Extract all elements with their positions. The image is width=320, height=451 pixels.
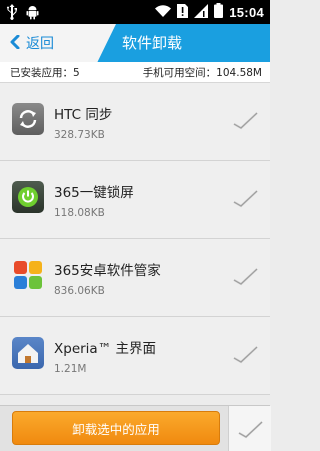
back-button[interactable]: 返回	[0, 24, 116, 62]
sync-icon	[12, 103, 44, 135]
app-name: 365安卓软件管家	[54, 263, 161, 279]
checkbox[interactable]	[232, 265, 258, 287]
app-list: HTC 同步 328.73KB 365一键锁屏 118.08KB 365安卓软件…	[0, 83, 270, 395]
cube-icon	[12, 259, 44, 291]
bottom-bar: 卸载选中的应用	[0, 405, 271, 451]
back-label: 返回	[26, 36, 54, 52]
storage-info-bar: 已安装应用：5 手机可用空间：104.58M	[0, 62, 270, 83]
status-bar: 15:04	[0, 0, 270, 24]
page-title: 软件卸载	[122, 34, 183, 52]
title-bar: 返回 软件卸载	[0, 24, 270, 62]
checkbox[interactable]	[232, 109, 258, 131]
android-icon	[26, 4, 39, 24]
uninstall-button[interactable]: 卸载选中的应用	[12, 411, 220, 445]
app-size: 118.08KB	[54, 207, 105, 219]
app-size: 1.21M	[54, 363, 87, 375]
app-row[interactable]: Xperia™ 主界面 1.21M	[0, 317, 270, 395]
app-row[interactable]: HTC 同步 328.73KB	[0, 83, 270, 161]
app-size: 328.73KB	[54, 129, 105, 141]
home-icon	[12, 337, 44, 369]
installed-count: 已安装应用：5	[10, 67, 80, 79]
select-all-checkbox[interactable]	[228, 406, 271, 451]
check-icon	[237, 418, 263, 440]
signal-icon	[194, 3, 209, 22]
app-row[interactable]: 365安卓软件管家 836.06KB	[0, 239, 270, 317]
checkbox[interactable]	[232, 187, 258, 209]
battery-icon	[214, 3, 224, 22]
wifi-icon	[155, 3, 172, 22]
no-sim-icon	[177, 3, 189, 22]
app-name: 365一键锁屏	[54, 185, 134, 201]
clock: 15:04	[229, 5, 264, 20]
chevron-left-icon	[10, 34, 20, 53]
app-name: HTC 同步	[54, 107, 113, 123]
power-lock-icon	[12, 181, 44, 213]
free-space: 手机可用空间：104.58M	[142, 67, 262, 79]
app-name: Xperia™ 主界面	[54, 341, 156, 357]
app-row[interactable]: 365一键锁屏 118.08KB	[0, 161, 270, 239]
app-size: 836.06KB	[54, 285, 105, 297]
checkbox[interactable]	[232, 343, 258, 365]
usb-icon	[6, 4, 18, 24]
